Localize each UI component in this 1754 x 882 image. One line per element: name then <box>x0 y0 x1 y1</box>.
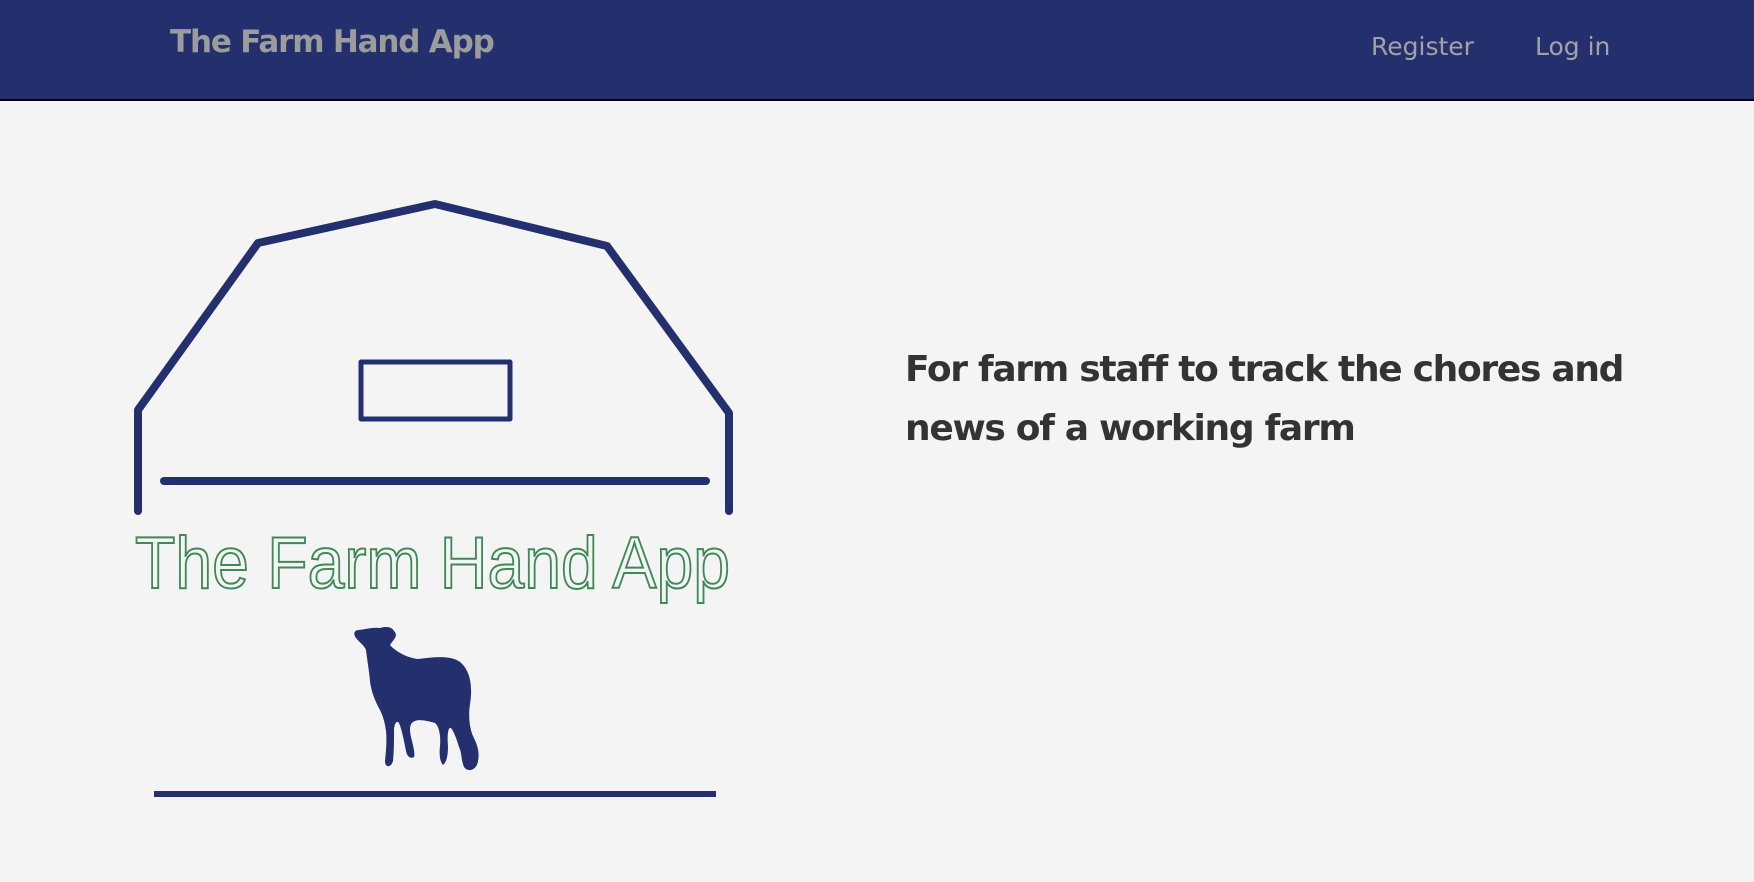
farm-hand-logo: The Farm Hand App <box>128 196 738 800</box>
tagline-heading: For farm staff to track the chores and n… <box>905 349 1624 449</box>
login-link[interactable]: Log in <box>1535 32 1610 61</box>
top-navbar: The Farm Hand App Register Log in <box>0 0 1754 101</box>
logo-title-text: The Farm Hand App <box>135 523 730 604</box>
sheep-icon <box>354 627 479 771</box>
barn-icon <box>134 200 733 515</box>
brand-link[interactable]: The Farm Hand App <box>170 24 495 60</box>
register-link[interactable]: Register <box>1371 32 1474 61</box>
